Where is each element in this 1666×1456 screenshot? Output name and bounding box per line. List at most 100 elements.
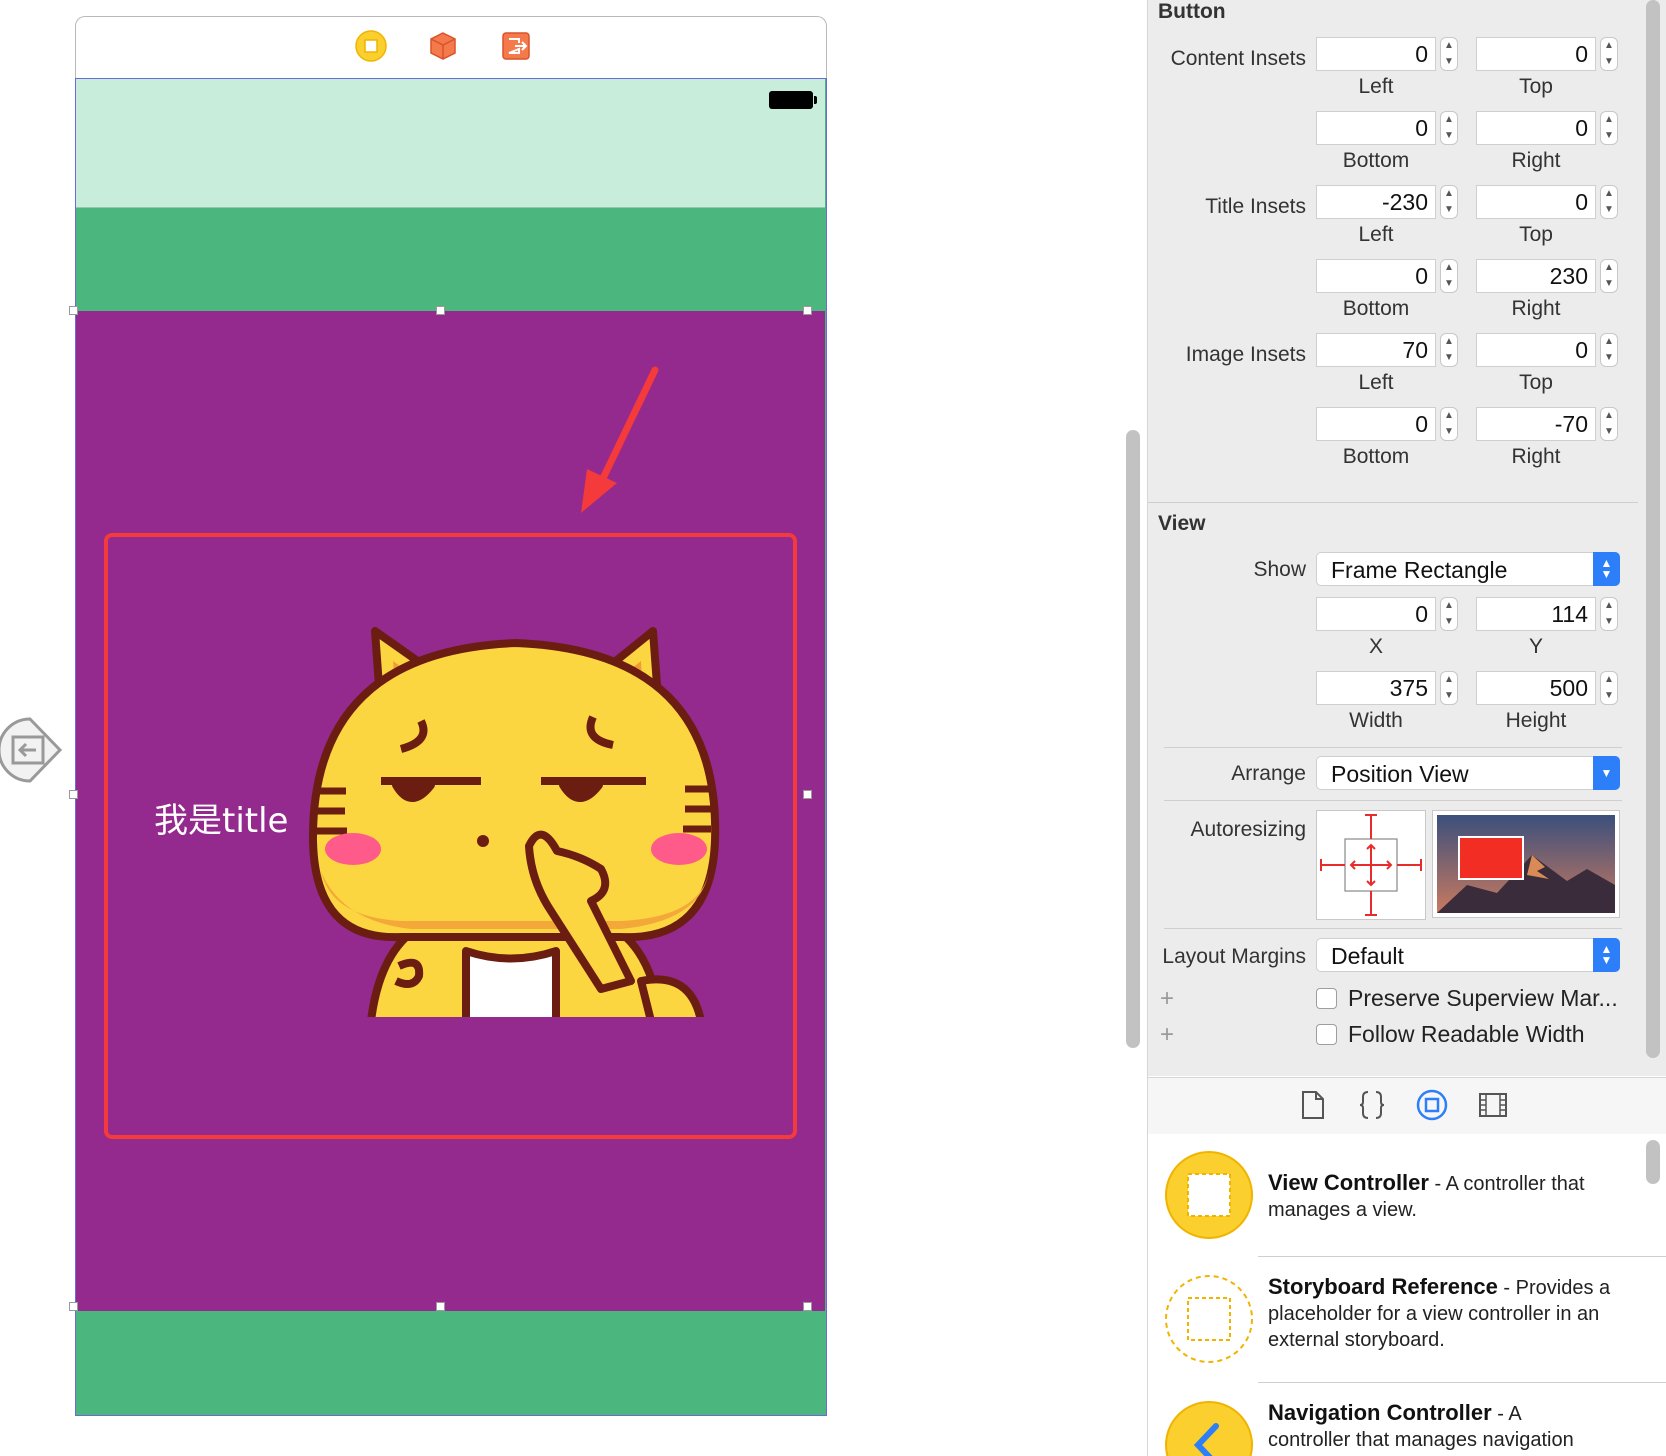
frame-width-field[interactable]: 375 bbox=[1316, 671, 1436, 705]
content-insets-top-stepper[interactable]: ▲ ▼ bbox=[1600, 37, 1618, 71]
title-insets-right-field[interactable]: 230 bbox=[1476, 259, 1596, 293]
right-sublabel: Right bbox=[1511, 445, 1561, 468]
resize-handle[interactable] bbox=[69, 306, 78, 315]
add-variation-icon[interactable]: + bbox=[1160, 1021, 1174, 1049]
resize-handle[interactable] bbox=[69, 1302, 78, 1311]
list-item[interactable]: Navigation Controller - A controller tha… bbox=[1148, 1384, 1666, 1456]
arrange-popup[interactable]: Position View ▼ bbox=[1316, 756, 1620, 790]
frame-y-stepper[interactable]: ▲ ▼ bbox=[1600, 597, 1618, 631]
list-item-title: Navigation Controller bbox=[1268, 1400, 1492, 1425]
autoresizing-mask-control[interactable] bbox=[1316, 810, 1426, 920]
image-insets-right-field[interactable]: -70 bbox=[1476, 407, 1596, 441]
image-insets-left-field[interactable]: 70 bbox=[1316, 333, 1436, 367]
content-insets-top-field[interactable]: 0 bbox=[1476, 37, 1596, 71]
layout-margins-label: Layout Margins bbox=[1162, 945, 1306, 968]
attributes-inspector: Button Content Insets 0 ▲ ▼ 0 ▲ ▼ Left Top… bbox=[1148, 0, 1666, 1076]
follow-readable-checkbox[interactable] bbox=[1316, 1024, 1337, 1045]
battery-icon bbox=[769, 91, 817, 109]
content-insets-bottom-stepper[interactable]: ▲ ▼ bbox=[1440, 111, 1458, 145]
preserve-superview-checkbox[interactable] bbox=[1316, 988, 1337, 1009]
list-item-title: View Controller bbox=[1268, 1170, 1429, 1195]
resize-handle[interactable] bbox=[803, 306, 812, 315]
red-arrow-icon bbox=[551, 365, 671, 515]
title-insets-left-field[interactable]: -230 bbox=[1316, 185, 1436, 219]
canvas-scrollbar[interactable] bbox=[1126, 430, 1140, 1048]
list-item-desc: controller that manages navigation bbox=[1268, 1429, 1574, 1451]
frame-height-field[interactable]: 500 bbox=[1476, 671, 1596, 705]
layout-margins-popup[interactable]: Default ▲ ▼ bbox=[1316, 938, 1620, 972]
popup-chevron-icon: ▼ bbox=[1593, 756, 1620, 790]
show-label: Show bbox=[1253, 558, 1306, 581]
device-frame: 我是title bbox=[75, 78, 827, 1416]
cat-image bbox=[301, 621, 721, 1041]
show-popup[interactable]: Frame Rectangle ▲ ▼ bbox=[1316, 552, 1620, 586]
resize-handle[interactable] bbox=[803, 790, 812, 799]
button-section-title: Button bbox=[1158, 0, 1226, 23]
list-item-desc: external storyboard. bbox=[1268, 1329, 1445, 1351]
first-responder-icon[interactable] bbox=[427, 30, 459, 62]
frame-y-field[interactable]: 114 bbox=[1476, 597, 1596, 631]
custom-button[interactable]: 我是title bbox=[76, 311, 825, 1311]
title-insets-top-field[interactable]: 0 bbox=[1476, 185, 1596, 219]
content-insets-left-field[interactable]: 0 bbox=[1316, 37, 1436, 71]
content-insets-left-stepper[interactable]: ▲ ▼ bbox=[1440, 37, 1458, 71]
frame-x-stepper[interactable]: ▲ ▼ bbox=[1440, 597, 1458, 631]
content-insets-bottom-field[interactable]: 0 bbox=[1316, 111, 1436, 145]
code-snippet-icon[interactable] bbox=[1358, 1090, 1386, 1125]
navigation-controller-icon bbox=[1164, 1400, 1254, 1456]
resize-handle[interactable] bbox=[803, 1302, 812, 1311]
top-sublabel: Top bbox=[1519, 223, 1553, 246]
image-insets-right-stepper[interactable]: ▲ ▼ bbox=[1600, 407, 1618, 441]
library-scrollbar[interactable] bbox=[1646, 1140, 1660, 1184]
left-sublabel: Left bbox=[1358, 371, 1394, 394]
title-insets-bottom-stepper[interactable]: ▲ ▼ bbox=[1440, 259, 1458, 293]
autoresizing-preview bbox=[1432, 810, 1620, 918]
arrange-label: Arrange bbox=[1231, 762, 1306, 785]
left-sublabel: Left bbox=[1358, 223, 1394, 246]
library-tab-bar bbox=[1148, 1077, 1666, 1135]
inspector-scrollbar[interactable] bbox=[1646, 0, 1660, 1058]
storyboard-entry-icon[interactable] bbox=[0, 715, 70, 785]
list-item[interactable]: View Controller - A controller that mana… bbox=[1148, 1134, 1666, 1256]
autoresizing-label: Autoresizing bbox=[1190, 818, 1306, 841]
add-variation-icon[interactable]: + bbox=[1160, 985, 1174, 1013]
title-insets-left-stepper[interactable]: ▲ ▼ bbox=[1440, 185, 1458, 219]
resize-handle[interactable] bbox=[69, 790, 78, 799]
image-insets-bottom-field[interactable]: 0 bbox=[1316, 407, 1436, 441]
image-insets-bottom-stepper[interactable]: ▲ ▼ bbox=[1440, 407, 1458, 441]
popup-chevron-icon: ▲ ▼ bbox=[1593, 938, 1620, 972]
view-controller-icon bbox=[1164, 1150, 1254, 1245]
view-controller-icon[interactable] bbox=[355, 30, 387, 62]
image-insets-top-stepper[interactable]: ▲ ▼ bbox=[1600, 333, 1618, 367]
row-divider bbox=[1258, 1382, 1666, 1383]
resize-handle[interactable] bbox=[436, 1302, 445, 1311]
frame-x-field[interactable]: 0 bbox=[1316, 597, 1436, 631]
follow-readable-label: Follow Readable Width bbox=[1348, 1021, 1585, 1047]
object-library-icon[interactable] bbox=[1416, 1089, 1448, 1126]
exit-icon[interactable] bbox=[500, 30, 532, 62]
resize-handle[interactable] bbox=[436, 306, 445, 315]
frame-height-stepper[interactable]: ▲ ▼ bbox=[1600, 671, 1618, 705]
content-insets-right-stepper[interactable]: ▲ ▼ bbox=[1600, 111, 1618, 145]
title-insets-right-stepper[interactable]: ▲ ▼ bbox=[1600, 259, 1618, 293]
title-insets-bottom-field[interactable]: 0 bbox=[1316, 259, 1436, 293]
storyboard-reference-icon bbox=[1164, 1274, 1254, 1369]
image-insets-label: Image Insets bbox=[1185, 343, 1306, 366]
frame-width-stepper[interactable]: ▲ ▼ bbox=[1440, 671, 1458, 705]
content-insets-right-field[interactable]: 0 bbox=[1476, 111, 1596, 145]
x-sublabel: X bbox=[1368, 635, 1383, 658]
list-item-desc: manages a view. bbox=[1268, 1199, 1417, 1221]
image-insets-left-stepper[interactable]: ▲ ▼ bbox=[1440, 333, 1458, 367]
top-sublabel: Top bbox=[1519, 75, 1553, 98]
title-insets-top-stepper[interactable]: ▲ ▼ bbox=[1600, 185, 1618, 219]
title-insets-label: Title Insets bbox=[1205, 195, 1306, 218]
popup-chevron-icon: ▲ ▼ bbox=[1593, 552, 1620, 586]
list-item[interactable]: Storyboard Reference - Provides a placeh… bbox=[1148, 1258, 1666, 1382]
list-item-title: Storyboard Reference bbox=[1268, 1274, 1498, 1299]
right-sublabel: Right bbox=[1511, 297, 1561, 320]
y-sublabel: Y bbox=[1528, 635, 1543, 658]
file-template-icon[interactable] bbox=[1300, 1090, 1326, 1125]
preserve-superview-label: Preserve Superview Mar... bbox=[1348, 985, 1618, 1011]
media-library-icon[interactable] bbox=[1478, 1091, 1508, 1124]
image-insets-top-field[interactable]: 0 bbox=[1476, 333, 1596, 367]
